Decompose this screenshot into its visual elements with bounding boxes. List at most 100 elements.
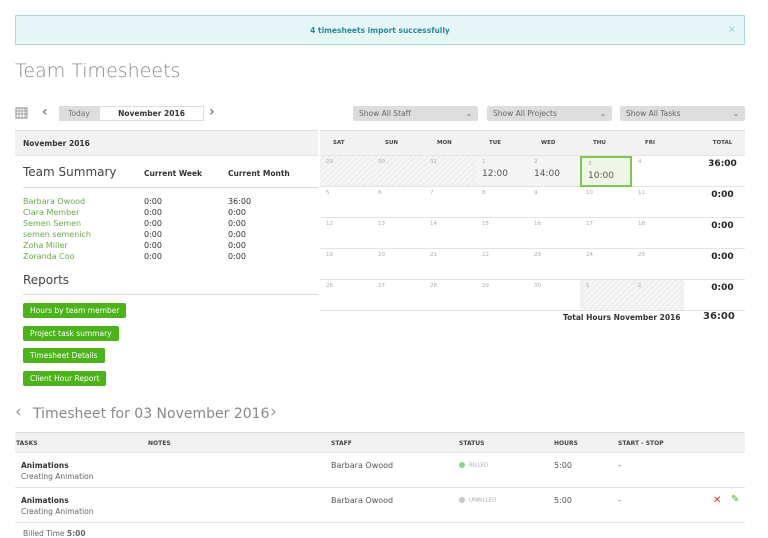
- edit-pencil-icon[interactable]: ✎: [731, 494, 739, 505]
- calendar-day-cell[interactable]: 19: [320, 249, 372, 280]
- day-number: 29: [482, 283, 489, 289]
- calendar-day-cell[interactable]: 11: [632, 187, 684, 218]
- day-hours: 14:00: [534, 169, 560, 179]
- day-number: 1: [586, 283, 590, 289]
- week-total: 0:00: [711, 190, 734, 200]
- col-hours: HOURS: [554, 440, 578, 447]
- col-notes: NOTES: [148, 440, 171, 447]
- day-header-tue: TUE: [489, 140, 501, 146]
- calendar-day-cell[interactable]: 23: [528, 249, 580, 280]
- next-month-button[interactable]: ›: [209, 104, 215, 120]
- summary-month-label: November 2016: [23, 139, 90, 148]
- calendar-day-cell[interactable]: 16: [528, 218, 580, 249]
- member-week-hours: 0:00: [144, 219, 162, 228]
- member-name-link[interactable]: Clara Member: [23, 207, 79, 218]
- staff-filter[interactable]: Show All Staff ⌄: [353, 106, 478, 121]
- staff-filter-label: Show All Staff: [359, 109, 411, 118]
- prev-day-button[interactable]: ‹: [15, 402, 22, 422]
- day-header-fri: FRI: [645, 140, 656, 146]
- member-week-hours: 0:00: [144, 197, 162, 206]
- calendar-day-cell[interactable]: 5: [320, 187, 372, 218]
- timesheet-details-button[interactable]: Timesheet Details: [23, 348, 105, 363]
- col-status: STATUS: [459, 440, 485, 447]
- member-name-link[interactable]: semen semenich: [23, 229, 91, 240]
- day-number: 21: [430, 252, 437, 258]
- day-number: 13: [378, 221, 385, 227]
- calendar-day-cell[interactable]: 8: [476, 187, 528, 218]
- day-number: 31: [430, 159, 437, 165]
- calendar-day-cell[interactable]: 1: [580, 280, 632, 311]
- calendar-icon[interactable]: [15, 106, 28, 119]
- calendar-day-cell[interactable]: 26: [320, 280, 372, 311]
- calendar-day-cell[interactable]: 27: [372, 280, 424, 311]
- day-number: 23: [534, 252, 541, 258]
- calendar-day-cell[interactable]: 22: [476, 249, 528, 280]
- chevron-down-icon: ⌄: [599, 109, 606, 118]
- member-name-link[interactable]: Zoha Miller: [23, 240, 68, 251]
- calendar-day-cell[interactable]: 17: [580, 218, 632, 249]
- next-day-button[interactable]: ›: [270, 402, 277, 422]
- member-month-hours: 0:00: [228, 241, 246, 250]
- day-number: 8: [482, 190, 486, 196]
- member-week-hours: 0:00: [144, 208, 162, 217]
- member-name-link[interactable]: Zoranda Coo: [23, 251, 75, 262]
- divider: [23, 294, 318, 295]
- day-number: 27: [378, 283, 385, 289]
- calendar-day-cell[interactable]: 15: [476, 218, 528, 249]
- today-button[interactable]: Today: [59, 106, 99, 121]
- day-number: 9: [534, 190, 538, 196]
- delete-icon[interactable]: ✕: [713, 495, 721, 506]
- day-number: 30: [378, 159, 385, 165]
- projects-filter[interactable]: Show All Projects ⌄: [487, 106, 612, 121]
- hours-by-team-member-button[interactable]: Hours by team member: [23, 303, 127, 318]
- calendar-day-cell[interactable]: 20: [372, 249, 424, 280]
- close-icon[interactable]: ×: [728, 24, 736, 35]
- calendar-day-cell[interactable]: 2: [632, 280, 684, 311]
- staff-name: Barbara Owood: [331, 496, 394, 505]
- tasks-filter[interactable]: Show All Tasks ⌄: [620, 106, 745, 121]
- day-number: 20: [378, 252, 385, 258]
- day-header-mon: MON: [437, 140, 452, 146]
- calendar-day-cell[interactable]: 24: [580, 249, 632, 280]
- calendar-header: [15, 130, 745, 156]
- calendar-day-cell[interactable]: 6: [372, 187, 424, 218]
- day-number: 2: [638, 283, 642, 289]
- month-total-label: Total Hours November 2016: [563, 313, 681, 322]
- prev-month-button[interactable]: ‹: [42, 104, 48, 120]
- calendar-day-cell[interactable]: 31: [424, 156, 476, 187]
- month-total-value: 36:00: [703, 311, 735, 322]
- day-header-sat: SAT: [333, 140, 345, 146]
- calendar-day-cell[interactable]: 28: [424, 280, 476, 311]
- day-number: 14: [430, 221, 437, 227]
- member-week-hours: 0:00: [144, 241, 162, 250]
- project-task-summary-button[interactable]: Project task summary: [23, 326, 119, 341]
- day-number: 25: [638, 252, 645, 258]
- calendar-day-cell[interactable]: 14: [424, 218, 476, 249]
- calendar-day-cell[interactable]: 12: [320, 218, 372, 249]
- calendar-day-cell[interactable]: 7: [424, 187, 476, 218]
- calendar-day-cell[interactable]: 21: [424, 249, 476, 280]
- calendar-day-cell[interactable]: 10: [580, 187, 632, 218]
- success-banner: 4 timesheets import successfully ×: [15, 15, 745, 45]
- member-name-link[interactable]: Semen Semen: [23, 218, 81, 229]
- status-badge: UNBILLED: [459, 497, 496, 504]
- calendar-day-cell[interactable]: 25: [632, 249, 684, 280]
- calendar-day-cell[interactable]: 13: [372, 218, 424, 249]
- calendar-day-cell[interactable]: 30: [528, 280, 580, 311]
- day-number: 10: [586, 190, 593, 196]
- calendar-day-cell[interactable]: 29: [476, 280, 528, 311]
- status-label: UNBILLED: [469, 497, 497, 504]
- calendar-day-cell[interactable]: 1 12:00: [476, 156, 528, 187]
- month-display: November 2016: [99, 106, 204, 121]
- member-month-hours: 0:00: [228, 230, 246, 239]
- calendar-day-cell[interactable]: 29: [320, 156, 372, 187]
- reports-title: Reports: [23, 273, 70, 287]
- calendar-day-cell[interactable]: 3 10:00: [580, 156, 632, 187]
- calendar-day-cell[interactable]: 30: [372, 156, 424, 187]
- calendar-day-cell[interactable]: 18: [632, 218, 684, 249]
- member-name-link[interactable]: Barbara Owood: [23, 196, 85, 207]
- calendar-day-cell[interactable]: 4: [632, 156, 684, 187]
- calendar-day-cell[interactable]: 2 14:00: [528, 156, 580, 187]
- calendar-day-cell[interactable]: 9: [528, 187, 580, 218]
- client-hour-report-button[interactable]: Client Hour Report: [23, 371, 107, 386]
